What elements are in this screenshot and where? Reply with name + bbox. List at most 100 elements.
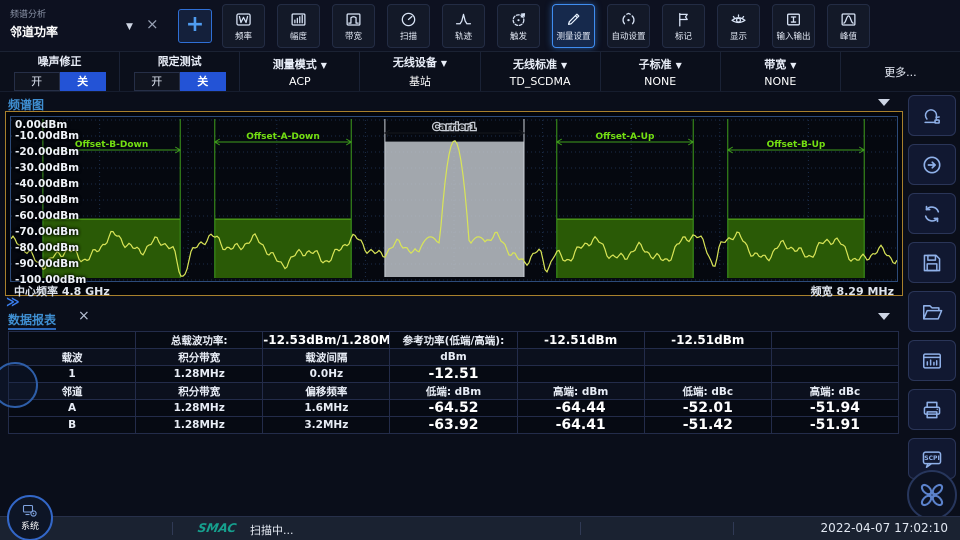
top-toolbar: 频谱分析 邻道功率 ▼ × + 频率 幅度带宽 扫描轨迹触发测量设置 自动设置标记显示… (0, 0, 960, 52)
mode-name: 邻道功率 (10, 23, 125, 40)
tool-button-bandwidth[interactable]: 带宽 (332, 4, 375, 48)
sweep-status-text: 扫描中... (250, 522, 294, 538)
close-report-icon[interactable]: × (78, 308, 90, 324)
tool-button-marker[interactable]: 标记 (662, 4, 705, 48)
system-label: 系统 (21, 519, 39, 532)
collapse-spectrum-icon[interactable] (878, 99, 890, 106)
mode-category: 频谱分析 (10, 7, 125, 20)
tool-button-display[interactable]: 显示 (717, 4, 760, 48)
refresh-icon (921, 203, 943, 225)
cell-r1-c0: 载波 (9, 349, 136, 366)
cell-r5-c6: -51.91 (771, 417, 898, 434)
input-output-icon (785, 11, 802, 28)
divider (580, 522, 581, 535)
tool-button-label: 带宽 (345, 30, 362, 42)
side-button-refresh[interactable] (908, 193, 956, 234)
more-link[interactable]: 更多... (884, 64, 917, 80)
cell-r1-c1: 积分带宽 (136, 349, 263, 366)
side-button-save[interactable] (908, 242, 956, 283)
cell-r3-c2: 偏移频率 (263, 383, 390, 400)
side-button-reset[interactable] (908, 95, 956, 136)
dropdown-label: 无线标准▼ (513, 56, 567, 72)
frequency-icon (235, 11, 252, 28)
printer-icon (921, 399, 943, 421)
tool-button-measure-setup[interactable]: 测量设置 (552, 4, 595, 48)
setting-group-2[interactable]: 测量模式▼ACP (240, 52, 360, 91)
side-button-folder-open[interactable] (908, 291, 956, 332)
tool-button-label: 输入输出 (776, 30, 810, 42)
auto-setup-icon (620, 11, 637, 28)
cell-r5-c0: B (9, 417, 136, 434)
toggle: 开关 (134, 72, 226, 91)
dropdown-value: 基站 (409, 73, 431, 89)
setting-group-5[interactable]: 子标准▼NONE (601, 52, 721, 91)
add-measurement-button[interactable]: + (178, 9, 212, 43)
cell-r1-c6 (771, 349, 898, 366)
measurement-selector[interactable]: 频谱分析 邻道功率 (10, 7, 125, 40)
cell-r0-c1: 总载波功率: (136, 332, 263, 349)
collapse-report-icon[interactable] (878, 313, 890, 320)
toggle-option[interactable]: 开 (134, 72, 180, 91)
cell-r1-c2: 载波间隔 (263, 349, 390, 366)
cell-r4-c2: 1.6MHz (263, 400, 390, 417)
cell-r1-c5 (644, 349, 771, 366)
sidebar: SCPI (904, 92, 960, 540)
cell-r3-c6: 高端: dBc (771, 383, 898, 400)
cell-r4-c3: -64.52 (390, 400, 517, 417)
clock: 2022-04-07 17:02:10 (821, 521, 948, 535)
cell-r5-c3: -63.92 (390, 417, 517, 434)
chart-info-row: 中心频率 4.8 GHz 频宽 8.29 MHz (6, 283, 902, 299)
y-axis-label: -30.00dBm (15, 162, 79, 174)
spectrum-plot[interactable]: Offset-B-DownOffset-A-DownOffset-A-UpOff… (10, 116, 898, 282)
tool-button-trigger[interactable]: 触发 (497, 4, 540, 48)
y-axis-label: -40.00dBm (15, 178, 79, 190)
y-axis-label: -60.00dBm (15, 210, 79, 222)
chevron-down-icon[interactable]: ▼ (126, 22, 133, 32)
chevron-down-icon: ▼ (561, 61, 567, 70)
y-axis-label: -20.00dBm (15, 146, 79, 158)
setting-group-7[interactable]: 更多... (841, 52, 960, 91)
settings-bar: 噪声修正开关限定测试开关测量模式▼ACP无线设备▼基站无线标准▼TD_SCDMA… (0, 52, 960, 92)
span-label: 频宽 8.29 MHz (811, 283, 894, 299)
close-icon[interactable]: × (146, 15, 159, 33)
setting-group-4[interactable]: 无线标准▼TD_SCDMA (481, 52, 601, 91)
tool-button-auto-setup[interactable]: 自动设置 (607, 4, 650, 48)
side-button-arrow-right-circle[interactable] (908, 144, 956, 185)
tool-button-sweep[interactable]: 扫描 (387, 4, 430, 48)
tool-button-trace[interactable]: 轨迹 (442, 4, 485, 48)
dropdown-value: NONE (644, 75, 676, 88)
dropdown-label: 带宽▼ (764, 56, 796, 72)
status-bar: SMAC 扫描中... 2022-04-07 17:02:10 (0, 516, 960, 540)
tool-button-frequency[interactable]: 频率 (222, 4, 265, 48)
setting-group-6[interactable]: 带宽▼ NONE (721, 52, 841, 91)
y-axis-label: -80.00dBm (15, 242, 79, 254)
system-button[interactable]: 系统 (7, 495, 53, 540)
setting-group-1: 限定测试开关 (120, 52, 240, 91)
cell-r5-c4: -64.41 (517, 417, 644, 434)
cell-r0-c6 (771, 332, 898, 349)
dropdown-value: NONE (764, 75, 796, 88)
side-button-printer[interactable] (908, 389, 956, 430)
tool-button-label: 测量设置 (556, 30, 590, 42)
toggle-option[interactable]: 关 (180, 72, 226, 91)
report-table: 总载波功率:-12.53dBm/1.280MHz参考功率(低端/高端):-12.… (8, 331, 899, 434)
toggle-option[interactable]: 开 (14, 72, 60, 91)
cell-r3-c1: 积分带宽 (136, 383, 263, 400)
toggle-option[interactable]: 关 (60, 72, 106, 91)
svg-text:Offset-A-Down: Offset-A-Down (246, 132, 320, 142)
tool-button-label: 峰值 (840, 30, 857, 42)
setting-group-3[interactable]: 无线设备▼基站 (360, 52, 480, 91)
chevron-down-icon: ▼ (676, 61, 682, 70)
tool-button-label: 频率 (235, 30, 252, 42)
svg-text:Offset-A-Up: Offset-A-Up (596, 132, 655, 142)
amplitude-icon (290, 11, 307, 28)
tool-button-amplitude[interactable]: 幅度 (277, 4, 320, 48)
side-button-screenshot[interactable] (908, 340, 956, 381)
cell-r0-c4: -12.51dBm (517, 332, 644, 349)
reset-icon (921, 105, 943, 127)
corner-menu-button[interactable] (907, 470, 957, 520)
tool-button-peak[interactable]: 峰值 (827, 4, 870, 48)
svg-text:Offset-B-Up: Offset-B-Up (767, 140, 826, 150)
expand-icon[interactable]: ≫ (6, 295, 18, 310)
tool-button-input-output[interactable]: 输入输出 (772, 4, 815, 48)
